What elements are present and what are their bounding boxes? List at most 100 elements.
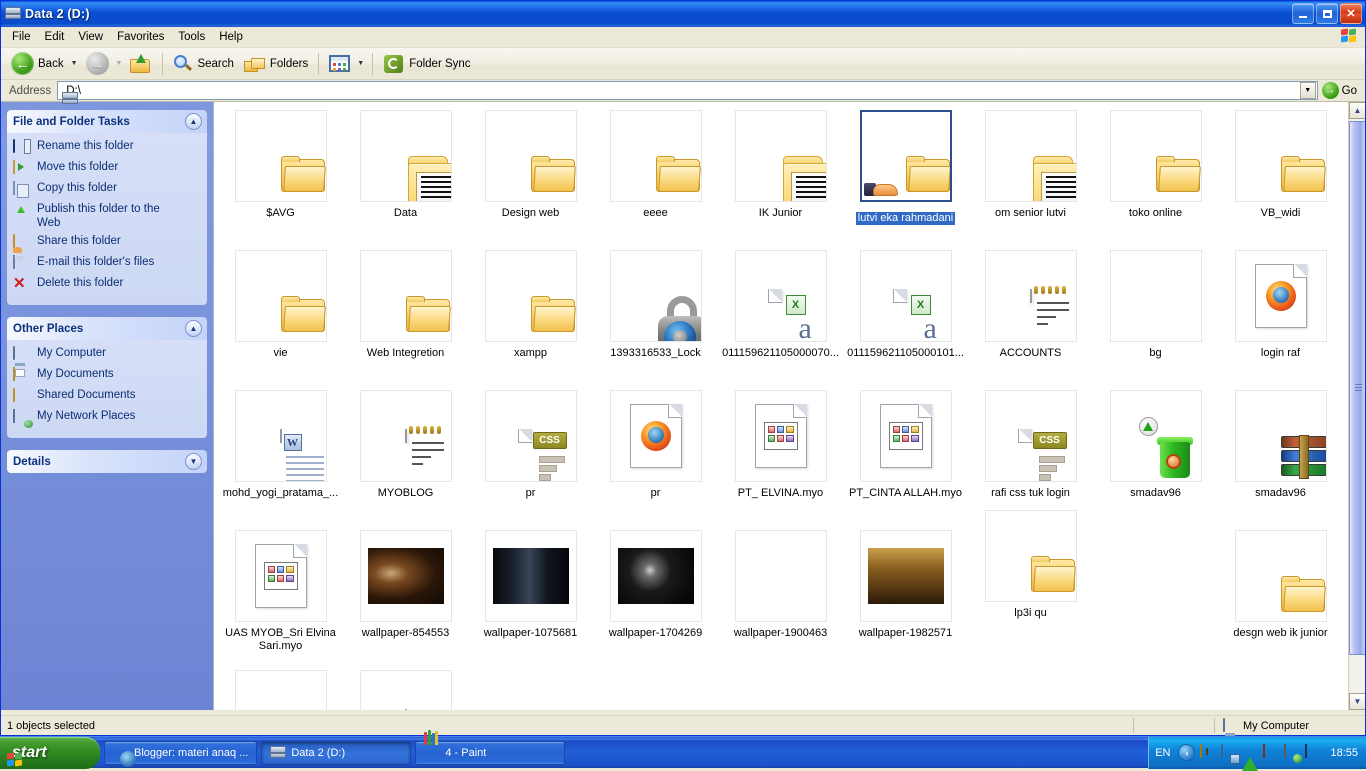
file-item[interactable]: Web Integretion: [343, 250, 468, 360]
file-label[interactable]: lp3i qu: [968, 607, 1093, 620]
sidebar-item-email-this-folders-files[interactable]: E-mail this folder's files: [13, 255, 203, 272]
close-button[interactable]: ✕: [1340, 3, 1362, 24]
file-item[interactable]: Data: [343, 110, 468, 220]
back-button[interactable]: ← Back: [6, 51, 69, 77]
file-label[interactable]: IK Junior: [718, 207, 843, 220]
file-icon-box[interactable]: [735, 390, 827, 482]
file-label[interactable]: 011159621105000101...: [843, 347, 968, 360]
file-icon-box[interactable]: W: [235, 390, 327, 482]
panel-header[interactable]: Other Places ▲: [7, 317, 207, 340]
file-label[interactable]: wallpaper-1900463: [718, 627, 843, 640]
file-label[interactable]: $AVG: [218, 207, 343, 220]
file-label[interactable]: bg: [1093, 347, 1218, 360]
file-item[interactable]: 1393316533_Lock: [593, 250, 718, 360]
minimize-button[interactable]: [1292, 3, 1314, 24]
monitor-icon[interactable]: [1305, 745, 1321, 761]
file-label[interactable]: Web Integretion: [343, 347, 468, 360]
file-item[interactable]: lutvi eka rahmadani: [843, 110, 968, 225]
file-icon-box[interactable]: [610, 110, 702, 202]
sidebar-item-copy-this-folder[interactable]: Copy this folder: [13, 181, 203, 198]
file-item[interactable]: PT_CINTA ALLAH.myo: [843, 390, 968, 500]
file-label[interactable]: 1393316533_Lock: [593, 347, 718, 360]
file-label[interactable]: om senior lutvi: [968, 207, 1093, 220]
file-label[interactable]: xampp: [468, 347, 593, 360]
menu-tools[interactable]: Tools: [171, 29, 212, 45]
file-item[interactable]: bg: [1093, 250, 1218, 360]
file-item[interactable]: xampp: [468, 250, 593, 360]
file-item[interactable]: Xa 011159621105000101...: [843, 250, 968, 360]
address-dropdown-button[interactable]: ▼: [1300, 82, 1316, 99]
file-item[interactable]: Xa011159621105000070...: [718, 250, 843, 360]
file-item[interactable]: desgn web ik junior: [1218, 530, 1343, 640]
file-icon-box[interactable]: [860, 390, 952, 482]
file-icon-box[interactable]: [485, 250, 577, 342]
file-item[interactable]: PT_ ELVINA.myo: [718, 390, 843, 500]
file-label[interactable]: smadav96: [1093, 487, 1218, 500]
file-label[interactable]: MYOBLOG: [343, 487, 468, 500]
smadav-icon[interactable]: [1263, 745, 1279, 761]
address-input[interactable]: D:\ ▼: [57, 81, 1317, 100]
file-item-partial[interactable]: [218, 670, 343, 710]
file-label[interactable]: desgn web ik junior: [1218, 627, 1343, 640]
file-icon-box[interactable]: [485, 530, 577, 622]
file-icon-box[interactable]: [235, 250, 327, 342]
start-button[interactable]: start: [0, 737, 100, 769]
file-label[interactable]: PT_ ELVINA.myo: [718, 487, 843, 500]
file-item[interactable]: $AVG: [218, 110, 343, 220]
up-button[interactable]: [125, 51, 157, 77]
file-icon-box[interactable]: [735, 530, 827, 622]
file-label[interactable]: login raf: [1218, 347, 1343, 360]
file-label[interactable]: VB_widi: [1218, 207, 1343, 220]
menu-help[interactable]: Help: [212, 29, 250, 45]
file-item[interactable]: smadav96: [1218, 390, 1343, 500]
file-icon-box[interactable]: Xa: [860, 250, 952, 342]
file-item[interactable]: CSS rafi css tuk login: [968, 390, 1093, 500]
chevron-up-icon[interactable]: ▲: [185, 320, 202, 337]
sidebar-item-delete-this-folder[interactable]: ✕ Delete this folder: [13, 276, 203, 293]
go-button[interactable]: → Go: [1318, 82, 1363, 99]
menu-favorites[interactable]: Favorites: [110, 29, 171, 45]
file-label[interactable]: Data: [343, 207, 468, 220]
file-label[interactable]: PT_CINTA ALLAH.myo: [843, 487, 968, 500]
maximize-button[interactable]: [1316, 3, 1338, 24]
file-icon-box[interactable]: [610, 250, 702, 342]
clock[interactable]: 18:55: [1330, 747, 1358, 759]
folders-button[interactable]: Folders: [239, 51, 313, 77]
file-item[interactable]: wallpaper-1075681: [468, 530, 593, 640]
file-icon-box[interactable]: CSS: [985, 390, 1077, 482]
file-icon-box[interactable]: Xa: [735, 250, 827, 342]
file-label[interactable]: vie: [218, 347, 343, 360]
file-icon-box[interactable]: [360, 110, 452, 202]
file-item-partial[interactable]: W: [343, 670, 468, 710]
file-label[interactable]: wallpaper-1075681: [468, 627, 593, 640]
forward-button[interactable]: →: [81, 51, 114, 77]
menu-file[interactable]: File: [5, 29, 38, 45]
file-item[interactable]: pr: [593, 390, 718, 500]
file-icon-box[interactable]: [985, 110, 1077, 202]
file-item[interactable]: wallpaper-1704269: [593, 530, 718, 640]
file-icon-box[interactable]: [860, 530, 952, 622]
file-item[interactable]: UAS MYOB_Sri Elvina Sari.myo: [218, 530, 343, 653]
file-item[interactable]: om senior lutvi: [968, 110, 1093, 220]
shield-icon[interactable]: [1200, 745, 1216, 761]
file-icon-box[interactable]: [1235, 250, 1327, 342]
file-label[interactable]: toko online: [1093, 207, 1218, 220]
search-button[interactable]: Search: [168, 51, 238, 77]
file-item[interactable]: VB_widi: [1218, 110, 1343, 220]
chevron-down-icon[interactable]: ▼: [185, 453, 202, 470]
file-label[interactable]: rafi css tuk login: [968, 487, 1093, 500]
file-icon-box[interactable]: [610, 390, 702, 482]
file-icon-box[interactable]: [235, 670, 327, 710]
file-item[interactable]: ACCOUNTS: [968, 250, 1093, 360]
file-icon-box[interactable]: [235, 530, 327, 622]
file-item[interactable]: login raf: [1218, 250, 1343, 360]
file-item[interactable]: Design web: [468, 110, 593, 220]
language-indicator[interactable]: EN: [1155, 747, 1170, 759]
file-icon-box[interactable]: [985, 250, 1077, 342]
file-item[interactable]: toko online: [1093, 110, 1218, 220]
file-label[interactable]: UAS MYOB_Sri Elvina Sari.myo: [218, 627, 343, 653]
sidebar-item-my-documents[interactable]: My Documents: [13, 367, 203, 384]
file-label[interactable]: smadav96: [1218, 487, 1343, 500]
file-item[interactable]: wallpaper-1900463: [718, 530, 843, 640]
file-item[interactable]: smadav96: [1093, 390, 1218, 500]
